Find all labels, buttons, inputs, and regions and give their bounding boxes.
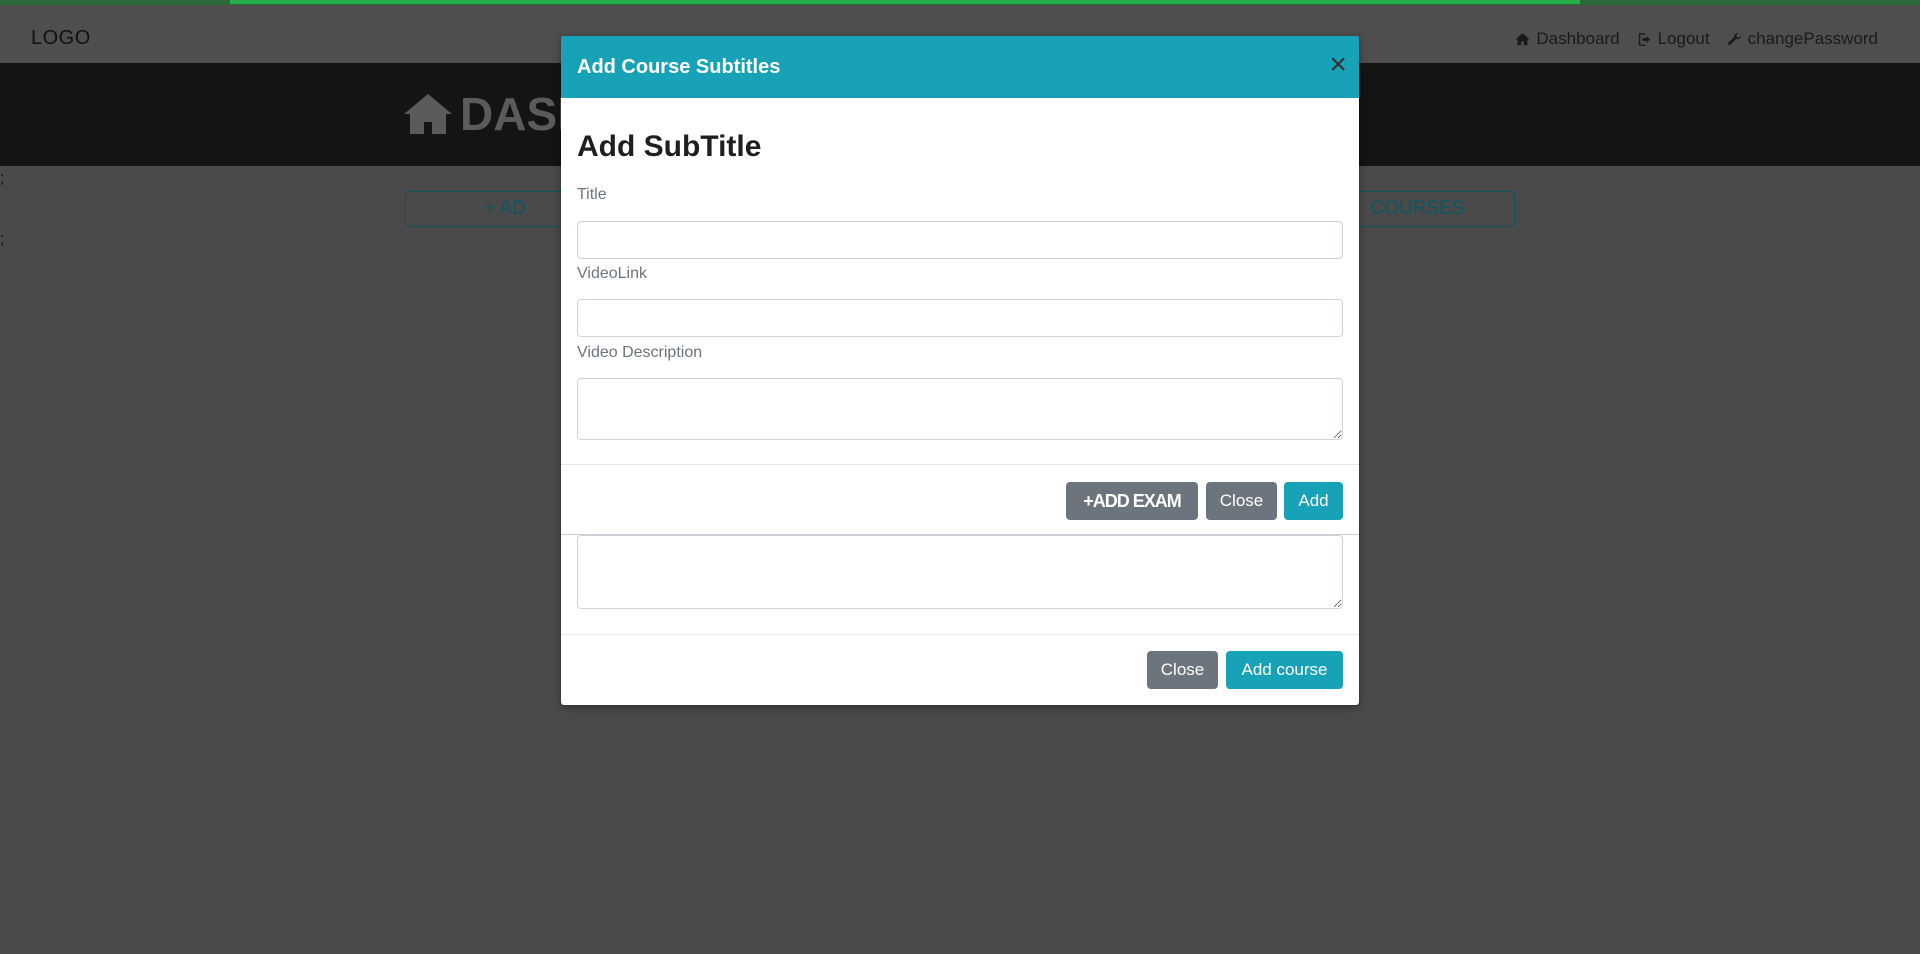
home-icon [1515,32,1530,45]
stray-text: ; [0,231,5,248]
course-description-textarea[interactable] [577,535,1343,609]
modal-title: Add Course Subtitles [577,56,781,78]
logout-icon [1638,32,1650,46]
video-description-label: Video Description [577,344,703,361]
nav-links: Dashboard Logout changePassword [1514,29,1878,49]
close-icon[interactable]: × [1329,50,1347,80]
title-label: Title [577,186,607,203]
stray-text: ; [0,170,5,187]
wrench-icon [1727,32,1741,45]
video-description-textarea[interactable] [577,378,1343,440]
home-icon [404,94,452,134]
course-modal-footer-divider [561,634,1359,635]
videolink-input[interactable] [577,299,1343,337]
nav-dashboard-label: Dashboard [1536,29,1620,48]
close-button[interactable]: Close [1206,482,1277,520]
nav-dashboard-link[interactable]: Dashboard [1514,29,1620,49]
add-subtitle-modal: Add Course Subtitles × Add SubTitle Titl… [561,36,1359,705]
add-exam-button[interactable]: +ADD EXAM [1066,482,1198,520]
modal-header: Add Course Subtitles × [561,36,1359,98]
add-button[interactable]: Add [1284,482,1343,520]
videolink-label: VideoLink [577,265,647,282]
nav-change-password-label: changePassword [1747,29,1878,48]
nav-change-password-link[interactable]: changePassword [1726,29,1878,49]
form-heading: Add SubTitle [577,130,762,163]
title-input[interactable] [577,221,1343,259]
logo[interactable]: LOGO [31,27,91,50]
course-close-button[interactable]: Close [1147,651,1218,689]
nav-logout-label: Logout [1657,29,1710,48]
add-course-button[interactable]: Add course [1226,651,1343,689]
nav-logout-link[interactable]: Logout [1636,29,1710,49]
progress-bar [230,0,1580,4]
modal-footer-divider [561,464,1359,465]
